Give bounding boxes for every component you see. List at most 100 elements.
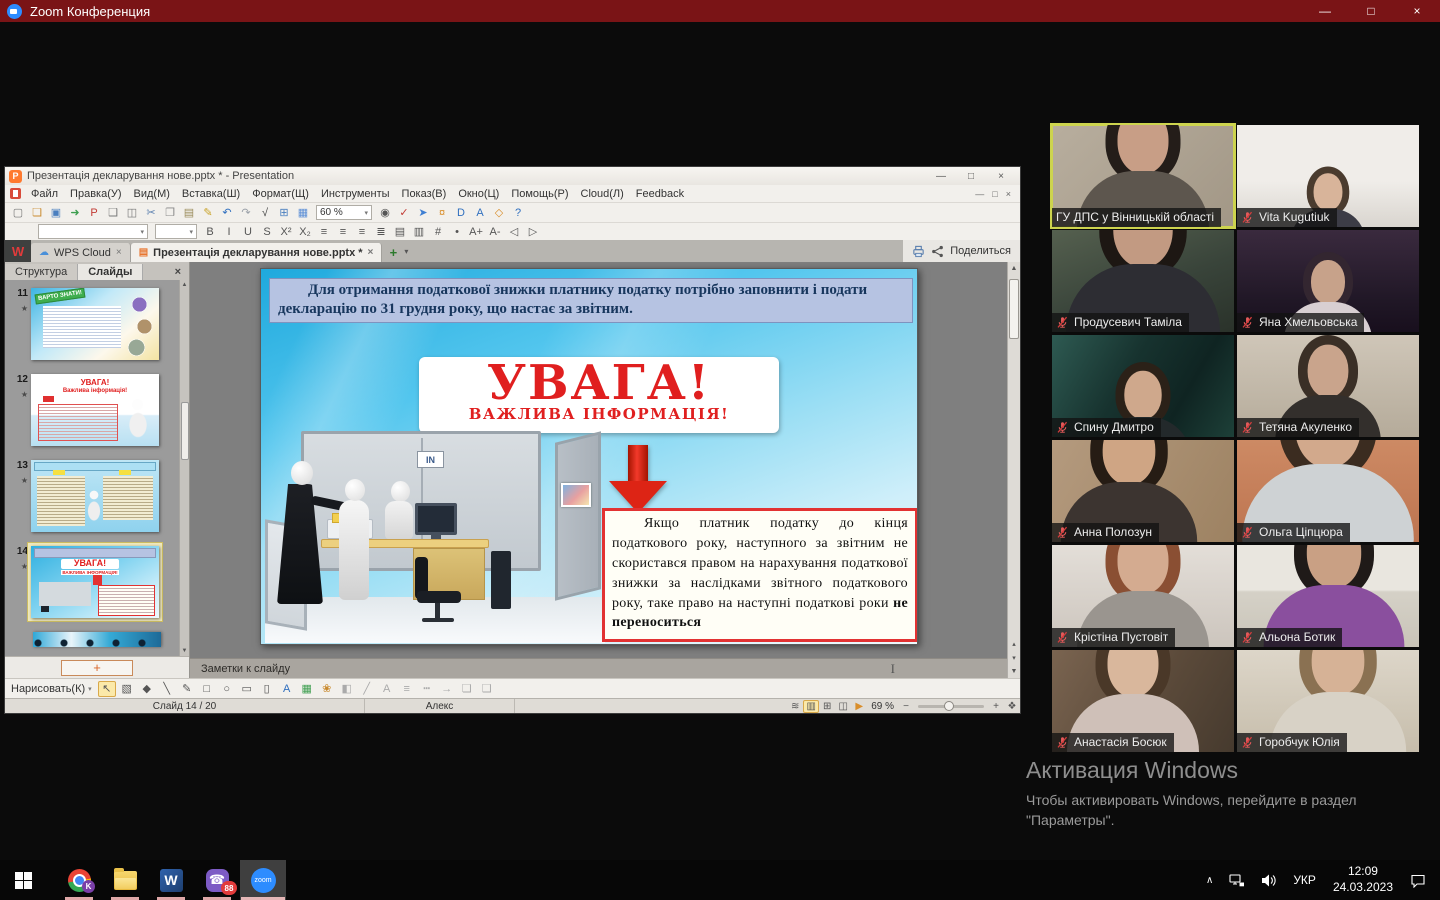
indent-decrease-icon[interactable]: ◁ bbox=[505, 224, 523, 240]
slideshow-icon[interactable]: ▶ bbox=[851, 700, 867, 713]
skin-icon[interactable]: ◇ bbox=[490, 205, 508, 221]
minimize-button[interactable]: — bbox=[1302, 0, 1348, 22]
word-taskbar-button[interactable]: W bbox=[148, 860, 194, 900]
add-slide-button[interactable]: + bbox=[61, 660, 133, 676]
panel-close-icon[interactable]: × bbox=[167, 266, 189, 280]
volume-icon[interactable] bbox=[1253, 860, 1285, 900]
slide-thumbnail-partial[interactable] bbox=[33, 632, 161, 647]
menu-item[interactable]: Инструменты bbox=[315, 187, 396, 201]
action-center-icon[interactable] bbox=[1402, 860, 1434, 900]
template-store-icon[interactable]: ¤ bbox=[433, 205, 451, 221]
notes-page-icon[interactable]: ◫ bbox=[835, 700, 851, 713]
doc-minimize-button[interactable]: — bbox=[975, 189, 984, 199]
paste-icon[interactable]: ▤ bbox=[180, 205, 198, 221]
table-icon[interactable]: ⊞ bbox=[275, 205, 293, 221]
zoom-taskbar-button[interactable]: zoom bbox=[240, 860, 286, 900]
pres-minimize-button[interactable]: — bbox=[926, 168, 956, 185]
copy-icon[interactable]: ❐ bbox=[161, 205, 179, 221]
panel-tab[interactable]: Слайды bbox=[78, 264, 143, 280]
scrollbar-thumb[interactable] bbox=[181, 402, 189, 460]
fill-color-icon[interactable]: ◧ bbox=[338, 681, 356, 697]
menu-item[interactable]: Окно(Ц) bbox=[452, 187, 505, 201]
normal-view-icon[interactable]: ▥ bbox=[803, 700, 819, 713]
zoom-level-combobox[interactable]: 60 % ▾ bbox=[316, 205, 372, 220]
start-button[interactable] bbox=[0, 860, 46, 900]
close-button[interactable]: × bbox=[1394, 0, 1440, 22]
font-name-combobox[interactable]: ▾ bbox=[38, 224, 148, 239]
multi-select-icon[interactable]: ▧ bbox=[118, 681, 136, 697]
freeform-icon[interactable]: ✎ bbox=[178, 681, 196, 697]
textbox-icon[interactable]: ▭ bbox=[238, 681, 256, 697]
scrollbar-thumb[interactable] bbox=[1009, 279, 1019, 339]
docer-icon[interactable]: D bbox=[452, 205, 470, 221]
taskbar-clock[interactable]: 12:09 24.03.2023 bbox=[1324, 864, 1402, 895]
open-icon[interactable]: ❏ bbox=[28, 205, 46, 221]
underline-icon[interactable]: U bbox=[239, 224, 257, 240]
justify-icon[interactable]: ≣ bbox=[372, 224, 390, 240]
participant-video[interactable]: Анна Полозун bbox=[1052, 440, 1234, 542]
new-icon[interactable]: ▢ bbox=[9, 205, 27, 221]
network-icon[interactable] bbox=[1221, 860, 1253, 900]
numbered-list-icon[interactable]: # bbox=[429, 224, 447, 240]
align-left-icon[interactable]: ≡ bbox=[315, 224, 333, 240]
subscript-icon[interactable]: X₂ bbox=[296, 224, 314, 240]
line-icon[interactable]: ╲ bbox=[158, 681, 176, 697]
current-slide[interactable]: Для отримання податкової знижки платнику… bbox=[260, 268, 918, 645]
threed-icon[interactable]: ❑ bbox=[478, 681, 496, 697]
picture-icon[interactable]: ▦ bbox=[298, 681, 316, 697]
italic-icon[interactable]: I bbox=[220, 224, 238, 240]
cut-icon[interactable]: ✂ bbox=[142, 205, 160, 221]
font-size-combobox[interactable]: ▾ bbox=[155, 224, 197, 239]
tray-expand-icon[interactable]: ∧ bbox=[1198, 860, 1221, 900]
participant-video[interactable]: Горобчук Юлія bbox=[1237, 650, 1419, 752]
undo-icon[interactable]: ↶ bbox=[218, 205, 236, 221]
columns-icon[interactable]: ▥ bbox=[410, 224, 428, 240]
slide-thumbnail[interactable]: 12 ★ УВАГА! Важлива інформація! bbox=[7, 374, 177, 446]
print-preview-icon[interactable]: ◫ bbox=[123, 205, 141, 221]
align-center-icon[interactable]: ≡ bbox=[334, 224, 352, 240]
file-explorer-taskbar-button[interactable] bbox=[102, 860, 148, 900]
menu-item[interactable]: Формат(Щ) bbox=[246, 187, 315, 201]
menu-item[interactable]: Показ(В) bbox=[396, 187, 453, 201]
formula-icon[interactable]: √ bbox=[256, 205, 274, 221]
format-painter-icon[interactable]: ✎ bbox=[199, 205, 217, 221]
language-indicator[interactable]: УКР bbox=[1285, 860, 1324, 900]
redo-icon[interactable]: ↷ bbox=[237, 205, 255, 221]
rectangle-icon[interactable]: □ bbox=[198, 681, 216, 697]
participant-video[interactable]: Продусевич Таміла bbox=[1052, 230, 1234, 332]
share-doc-icon[interactable]: ➤ bbox=[414, 205, 432, 221]
viber-taskbar-button[interactable]: ☎ 88 bbox=[194, 860, 240, 900]
share-icon[interactable] bbox=[931, 245, 944, 258]
document-tab[interactable]: ☁ WPS Cloud × bbox=[31, 243, 131, 262]
line-spacing-icon[interactable]: ▤ bbox=[391, 224, 409, 240]
participant-video[interactable]: Альона Ботик bbox=[1237, 545, 1419, 647]
spellcheck-icon[interactable]: ✓ bbox=[395, 205, 413, 221]
help-icon[interactable]: ? bbox=[509, 205, 527, 221]
participant-video[interactable]: Крістіна Пустовіт bbox=[1052, 545, 1234, 647]
menu-item[interactable]: Файл bbox=[25, 187, 64, 201]
panel-tab[interactable]: Структура bbox=[5, 264, 78, 280]
participant-video[interactable]: Тетяна Акуленко bbox=[1237, 335, 1419, 437]
fit-slide-button[interactable]: ❖ bbox=[1004, 700, 1020, 713]
arrow-style-icon[interactable]: → bbox=[438, 681, 456, 697]
menu-item[interactable]: Feedback bbox=[630, 187, 690, 201]
grid-icon[interactable]: ▦ bbox=[294, 205, 312, 221]
line-color-icon[interactable]: ╱ bbox=[358, 681, 376, 697]
slide-thumbnail[interactable]: 14 ★ УВАГА! ВАЖЛИВА ІНФОРМАЦІЯ! bbox=[7, 546, 177, 618]
scroll-down-icon[interactable]: ▼ bbox=[1011, 665, 1018, 678]
slide-thumbnail[interactable]: 11 ★ ВАРТО ЗНАТИ! bbox=[7, 288, 177, 360]
share-button[interactable]: Поделиться bbox=[950, 245, 1011, 257]
zoom-slider[interactable] bbox=[918, 705, 984, 708]
pres-restore-button[interactable]: □ bbox=[956, 168, 986, 185]
draw-menu-button[interactable]: Нарисовать(К) ▾ bbox=[11, 683, 96, 695]
shapes-icon[interactable]: ◆ bbox=[138, 681, 156, 697]
vertical-textbox-icon[interactable]: ▯ bbox=[258, 681, 276, 697]
wps-home-icon[interactable]: W bbox=[5, 240, 31, 262]
zoom-in-button[interactable]: + bbox=[988, 700, 1004, 713]
tab-close-icon[interactable]: × bbox=[116, 247, 122, 258]
thumbnail-scrollbar[interactable]: ▲ ▼ bbox=[179, 280, 189, 656]
indent-increase-icon[interactable]: ▷ bbox=[524, 224, 542, 240]
document-tab[interactable]: ▤ Презентація декларування нове.pptx * × bbox=[131, 243, 383, 262]
print-icon[interactable]: ❑ bbox=[104, 205, 122, 221]
participant-video[interactable]: Анастасія Босюк bbox=[1052, 650, 1234, 752]
